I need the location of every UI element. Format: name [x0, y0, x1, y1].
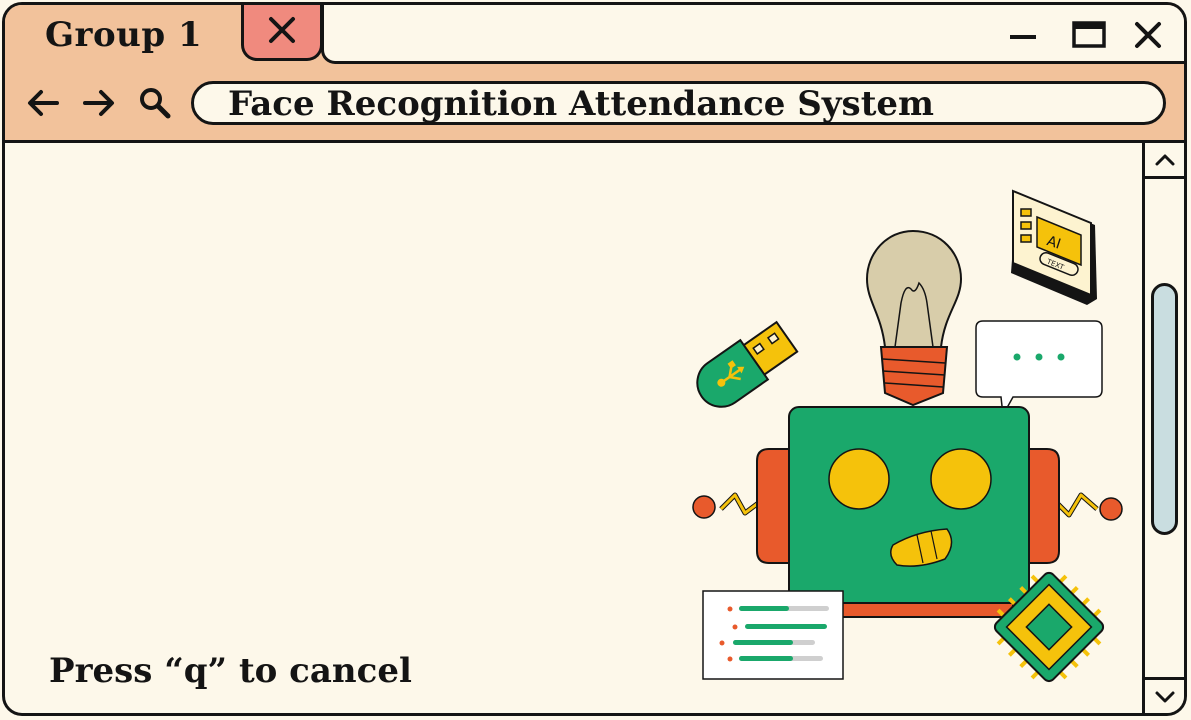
arrow-right-icon [83, 90, 114, 116]
ai-text-card: AI TEXT [1011, 189, 1097, 305]
chevron-up-icon [1155, 154, 1174, 165]
page-content: AI TEXT Press “q” to cancel [5, 143, 1142, 713]
close-window-button[interactable] [1130, 19, 1166, 51]
list-card-icon [702, 590, 844, 680]
back-button[interactable] [25, 85, 61, 121]
robot-head [788, 406, 1030, 618]
search-icon [140, 88, 171, 119]
arrow-left-icon [28, 90, 59, 116]
maximize-button[interactable] [1071, 19, 1107, 51]
browser-window: Group 1 Face Recognition Attendance Syst… [2, 2, 1187, 716]
scroll-up-button[interactable] [1145, 143, 1184, 179]
title-bar [321, 5, 1184, 64]
usb-drive-icon [696, 320, 799, 408]
scroll-down-button[interactable] [1145, 677, 1184, 713]
close-icon [1135, 22, 1161, 48]
close-icon [269, 17, 295, 43]
robot-illustration: AI TEXT [692, 189, 1123, 683]
chevron-down-icon [1155, 691, 1174, 702]
tab-strip: Group 1 [5, 5, 1184, 64]
speech-bubble-icon [975, 320, 1103, 418]
vertical-scrollbar[interactable] [1142, 143, 1184, 713]
tab-close-button[interactable] [241, 5, 323, 61]
tab-group-1[interactable]: Group 1 [5, 5, 241, 63]
address-bar-text: Face Recognition Attendance System [228, 84, 935, 124]
tab-label: Group 1 [45, 15, 203, 55]
maximize-icon [1072, 21, 1106, 48]
cancel-hint: Press “q” to cancel [49, 651, 412, 691]
lightbulb-icon [865, 229, 963, 407]
scroll-thumb[interactable] [1151, 283, 1178, 535]
search-button[interactable] [137, 85, 173, 121]
header: Group 1 Face Recognition Attendance Syst… [5, 5, 1184, 143]
minimize-icon [1010, 35, 1036, 39]
address-bar[interactable]: Face Recognition Attendance System [191, 81, 1166, 125]
minimize-button[interactable] [1005, 19, 1041, 51]
forward-button[interactable] [81, 85, 117, 121]
